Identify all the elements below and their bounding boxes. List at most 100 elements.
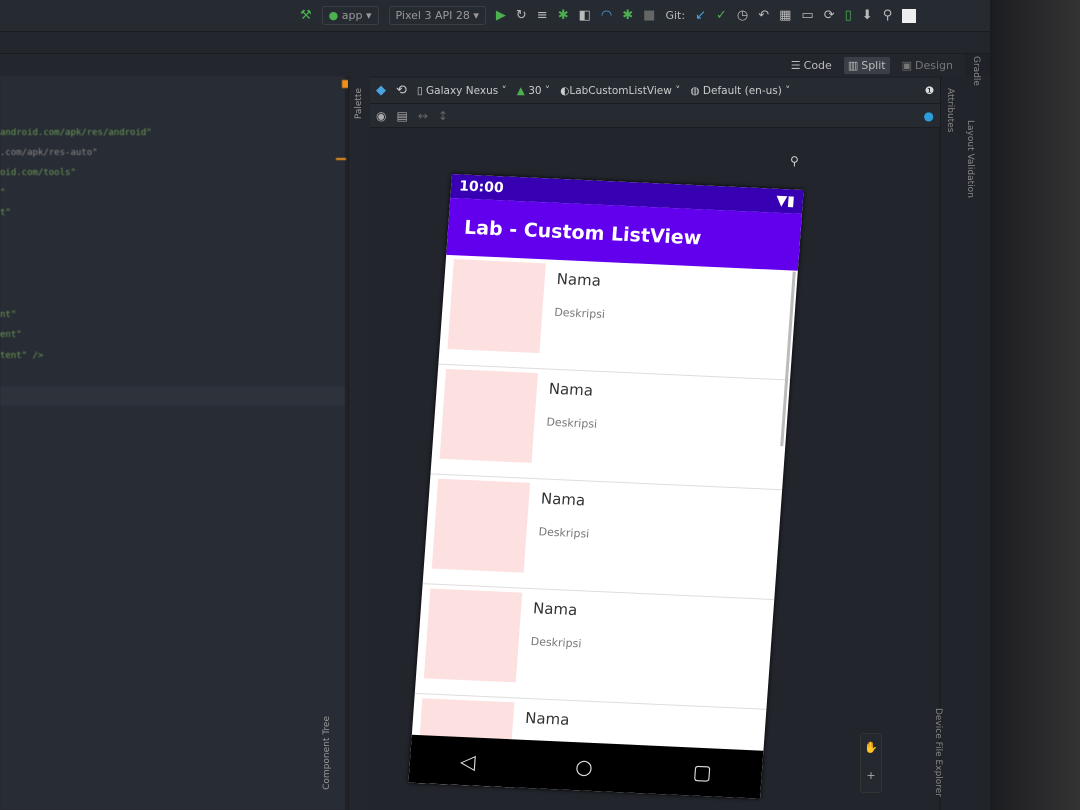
code-line: nt" — [0, 310, 17, 320]
monitor-bezel — [990, 0, 1080, 810]
rollback-icon[interactable]: ↶ — [758, 9, 769, 22]
device-label: Pixel 3 API 28 — [395, 9, 470, 22]
git-label: Git: — [665, 9, 686, 22]
item-desc: Deskripsi — [546, 415, 598, 431]
gradle-tab[interactable]: Gradle — [971, 56, 981, 86]
pin-icon[interactable]: ⚲ — [790, 154, 799, 168]
list-item[interactable]: Nama Deskripsi — [422, 474, 783, 601]
device-dropdown[interactable]: Pixel 3 API 28 ▾ — [388, 6, 486, 25]
design-mode-button[interactable]: ▣ Design — [898, 57, 957, 74]
main-toolbar: ⚒ ● app ▾ Pixel 3 API 28 ▾ ▶ ↻ ≡ ✱ ◧ ◠ ✱… — [0, 0, 990, 32]
attach-debugger-icon[interactable]: ✱ — [622, 9, 633, 22]
api-selector[interactable]: ▲ 30 ˅ — [517, 85, 550, 97]
attach-icon[interactable]: ◧ — [579, 9, 591, 22]
recents-icon[interactable]: ▢ — [692, 760, 713, 785]
split-mode-button[interactable]: ▥ Split — [843, 56, 890, 74]
palette-strip: Palette Component Tree — [322, 76, 370, 810]
view-mode-bar: ☰ Code ▥ Split ▣ Design — [0, 54, 965, 76]
item-name: Nama — [532, 599, 578, 620]
zoom-in-icon[interactable]: + — [866, 769, 875, 782]
scroll-marker[interactable] — [336, 158, 346, 160]
list-item[interactable]: Nama Deskripsi — [430, 364, 790, 491]
design-surface-icon[interactable]: ◆ — [376, 84, 386, 97]
current-line-highlight — [0, 386, 345, 406]
design-label: Design — [915, 58, 953, 72]
design-toolbar: ◆ ⟲ ▯ Galaxy Nexus ˅ ▲ 30 ˅ ◐LabCustomLi… — [370, 78, 940, 104]
layout-validation-tab[interactable]: Layout Validation — [965, 120, 975, 198]
locale-selector[interactable]: ◍ Default (en-us) ˅ — [690, 85, 790, 97]
right-tool-strip: Attributes Layout Validation Gradle Devi… — [933, 56, 990, 810]
apply-changes-icon[interactable]: ↻ — [516, 9, 527, 22]
git-update-icon[interactable]: ↙ — [695, 9, 706, 22]
item-image — [447, 259, 546, 354]
item-name: Nama — [540, 489, 586, 510]
locale-name: Default (en-us) — [702, 84, 782, 97]
item-name: Nama — [556, 269, 602, 290]
theme-selector[interactable]: ◐LabCustomListView ˅ — [560, 85, 680, 97]
zoom-controls[interactable]: ✋ + — [860, 733, 882, 793]
stop-icon[interactable]: ■ — [643, 9, 655, 22]
editor-tabs — [0, 32, 990, 54]
apply-code-icon[interactable]: ≡ — [537, 9, 548, 22]
run-icon[interactable]: ▶ — [496, 9, 506, 22]
item-image — [423, 588, 523, 683]
item-desc: Deskripsi — [530, 635, 582, 651]
android-icon: ▲ — [516, 84, 525, 97]
hammer-icon[interactable]: ⚒ — [300, 9, 312, 22]
run-config-dropdown[interactable]: ● app ▾ — [321, 6, 379, 25]
item-image — [431, 478, 531, 573]
item-desc: Deskripsi — [538, 525, 590, 541]
split-icon: ▥ — [847, 58, 859, 72]
profile-icon[interactable]: ◠ — [601, 9, 612, 22]
git-commit-icon[interactable]: ✓ — [716, 9, 727, 22]
wifi-battery-icons: ▼▮ — [775, 192, 796, 210]
horizontal-resize-icon[interactable]: ↔ — [418, 109, 428, 123]
code-line: android.com/apk/res/android" — [0, 128, 152, 138]
list-item[interactable]: Nama Deskripsi — [438, 254, 798, 381]
back-icon[interactable]: ◁ — [459, 749, 476, 774]
project-structure-icon[interactable]: ▦ — [779, 9, 791, 22]
home-icon[interactable]: ○ — [575, 754, 594, 779]
issues-icon[interactable]: ❶ — [925, 85, 934, 97]
vertical-resize-icon[interactable]: ↕ — [438, 109, 448, 123]
code-mode-button[interactable]: ☰ Code — [787, 57, 836, 74]
code-line: tent" /> — [0, 351, 44, 361]
debug-icon[interactable]: ✱ — [558, 9, 569, 22]
sync-icon[interactable]: ⟳ — [824, 9, 835, 22]
run-config-label: app — [341, 9, 363, 22]
avd-manager-icon[interactable]: ▯ — [845, 9, 852, 22]
code-line: oid.com/tools" — [0, 168, 76, 178]
code-label: Code — [803, 58, 832, 72]
help-icon[interactable]: ● — [924, 109, 934, 123]
view-options-icon[interactable]: ◉ — [376, 109, 386, 123]
code-icon: ☰ — [790, 58, 801, 72]
item-name: Nama — [548, 379, 594, 400]
palette-tab[interactable]: Palette — [354, 88, 364, 119]
blueprint-icon[interactable]: ▤ — [396, 109, 407, 123]
device-name: Galaxy Nexus — [426, 84, 499, 97]
item-image — [439, 368, 538, 463]
item-name: Nama — [524, 708, 571, 729]
split-label: Split — [861, 58, 886, 72]
item-desc: Deskripsi — [553, 305, 606, 322]
device-selector[interactable]: ▯ Galaxy Nexus ˅ — [417, 85, 507, 97]
phone-preview[interactable]: 10:00 ▼▮ Lab - Custom ListView Nama Deskr… — [408, 174, 804, 799]
list-item[interactable]: Nama Deskripsi — [414, 584, 775, 710]
attributes-tab[interactable]: Attributes — [945, 88, 955, 132]
terminal-icon[interactable]: ▭ — [801, 9, 813, 22]
design-icon: ▣ — [901, 58, 913, 72]
account-icon[interactable] — [902, 8, 917, 23]
code-line: t" — [0, 208, 11, 218]
history-icon[interactable]: ◷ — [737, 9, 748, 22]
sdk-manager-icon[interactable]: ⬇ — [862, 9, 873, 22]
pan-icon[interactable]: ✋ — [864, 741, 878, 754]
orientation-icon[interactable]: ⟲ — [396, 84, 407, 97]
code-editor[interactable]: android.com/apk/res/android" .com/apk/re… — [0, 76, 349, 810]
search-icon[interactable]: ⚲ — [883, 9, 893, 22]
device-file-explorer-tab[interactable]: Device File Explorer — [933, 708, 943, 797]
code-line: " — [0, 188, 6, 198]
component-tree-tab[interactable]: Component Tree — [322, 716, 332, 790]
status-time: 10:00 — [458, 178, 505, 197]
code-line: ent" — [0, 330, 22, 340]
design-toolbar-secondary: ◉ ▤ ↔ ↕ ● — [370, 104, 940, 128]
